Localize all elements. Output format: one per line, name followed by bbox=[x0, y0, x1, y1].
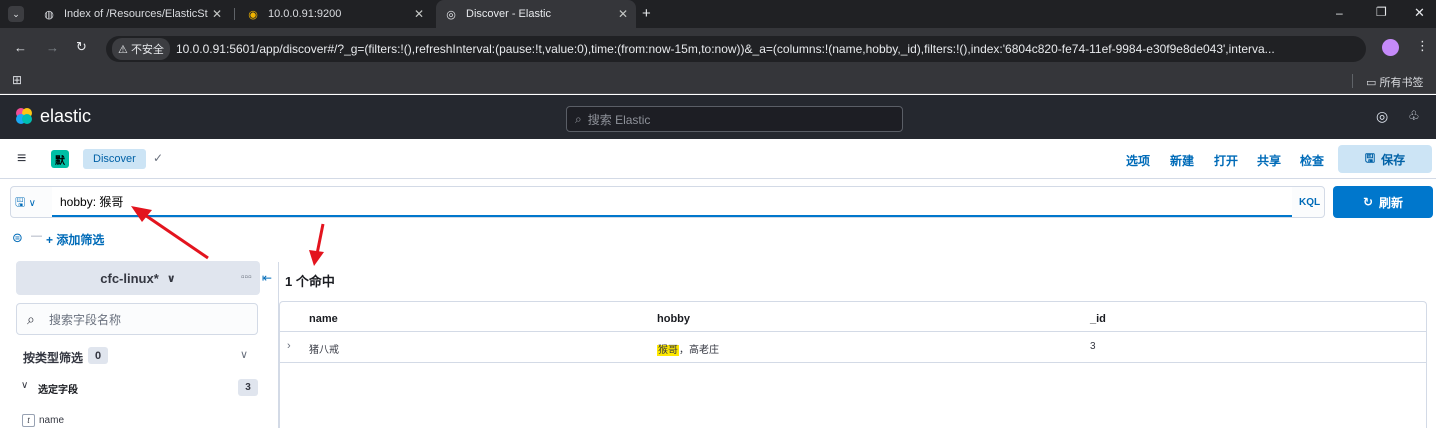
arrow-to-query bbox=[131, 206, 209, 260]
arrow-to-hits bbox=[309, 223, 325, 266]
annotation-arrows bbox=[131, 206, 325, 266]
